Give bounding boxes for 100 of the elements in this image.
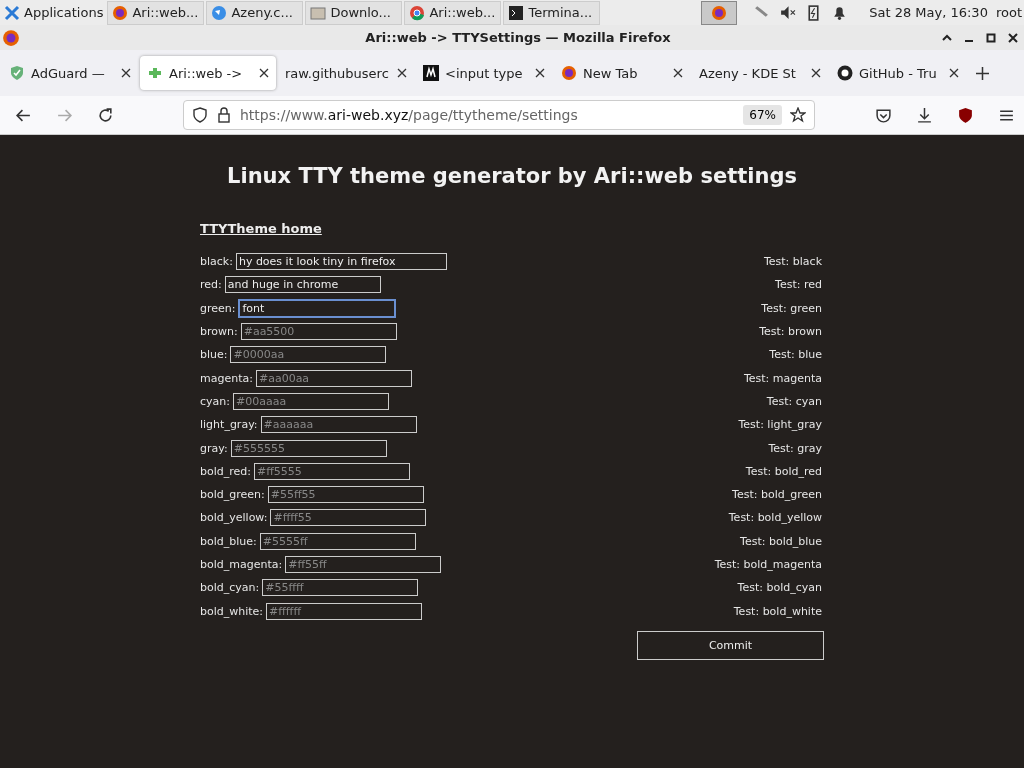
globe-icon: [211, 4, 228, 21]
field-label: bold_red:: [200, 464, 251, 478]
color-input-field[interactable]: #55ffff: [262, 579, 419, 597]
shield-extension-icon[interactable]: [957, 106, 974, 124]
slash-m-icon: [423, 65, 439, 81]
test-sample-text: Test: light_gray: [738, 418, 822, 432]
browser-tab[interactable]: New Tab: [554, 56, 690, 90]
shield-icon: [9, 65, 25, 81]
test-sample-text: Test: black: [763, 255, 822, 269]
close-icon[interactable]: [811, 68, 821, 78]
color-input-field[interactable]: #55ff55: [267, 486, 424, 504]
browser-tab[interactable]: GitHub - Tru: [830, 56, 966, 90]
test-sample-text: Test: bold_cyan: [737, 581, 822, 595]
address-bar[interactable]: https://www.ari-web.xyz/page/ttytheme/settings 67%: [183, 100, 815, 130]
test-sample-text: Test: gray: [768, 441, 822, 455]
pocket-icon[interactable]: [875, 106, 892, 124]
taskbar-button[interactable]: Termina...: [503, 0, 601, 25]
close-icon[interactable]: [535, 68, 545, 78]
star-icon[interactable]: [790, 107, 806, 123]
reload-icon[interactable]: [97, 106, 114, 124]
browser-tab[interactable]: AdGuard —: [2, 56, 138, 90]
browser-tab[interactable]: <input type: [416, 56, 552, 90]
field-label: bold_magenta:: [200, 558, 283, 571]
test-sample-text: Test: bold_yellow: [728, 511, 822, 525]
field-label: blue:: [200, 348, 228, 362]
color-input-field[interactable]: #ff55ff: [285, 556, 442, 573]
color-input-field[interactable]: #0000aa: [230, 346, 387, 364]
folder-icon: [310, 4, 327, 21]
test-sample-text: Test: bold_red: [745, 464, 822, 478]
browser-tab[interactable]: Ari::web ->: [140, 56, 276, 90]
close-icon[interactable]: [673, 68, 683, 78]
test-sample-text: Test: bold_magenta: [714, 558, 822, 571]
test-sample-text: Test: cyan: [766, 394, 822, 408]
color-input-field[interactable]: hy does it look tiny in firefox: [235, 253, 448, 271]
clock[interactable]: Sat 28 May, 16:30: [869, 5, 988, 20]
taskbar-button[interactable]: Azeny.c...: [206, 0, 304, 25]
window-title: Ari::web -> TTYSettings — Mozilla Firefox: [364, 30, 672, 45]
test-sample-text: Test: brown: [759, 325, 822, 339]
color-input-field[interactable]: #5555ff: [259, 532, 416, 550]
chrome-icon: [409, 4, 426, 21]
browser-tab[interactable]: raw.githubuserc: [278, 56, 414, 90]
test-sample-text: Test: magenta: [743, 371, 822, 385]
color-input-field[interactable]: and huge in chrome: [224, 276, 381, 294]
browser-tab[interactable]: Azeny - KDE St: [692, 56, 828, 90]
close-icon[interactable]: [259, 68, 269, 78]
lock-icon: [216, 107, 232, 123]
close-icon[interactable]: [121, 68, 131, 78]
page-heading: Linux TTY theme generator by Ari::web settings: [226, 164, 798, 188]
field-label: black:: [200, 255, 233, 269]
color-input-field[interactable]: #ffffff: [266, 602, 423, 620]
fox-globe-icon: [112, 4, 129, 21]
fox-globe-icon: [561, 65, 577, 81]
home-link[interactable]: TTYTheme home: [200, 221, 322, 236]
color-input-field[interactable]: #aa00aa: [255, 369, 412, 387]
color-input-field[interactable]: #aa5500: [240, 323, 397, 341]
field-label: bold_green:: [200, 488, 265, 502]
test-sample-text: Test: blue: [769, 348, 822, 362]
color-input-field[interactable]: font: [238, 298, 397, 318]
color-input-field[interactable]: #aaaaaa: [260, 416, 417, 434]
maximize-icon[interactable]: [985, 31, 997, 44]
field-label: gray:: [200, 441, 228, 455]
field-label: light_gray:: [200, 418, 258, 432]
field-label: bold_yellow:: [200, 511, 268, 525]
test-sample-text: Test: red: [775, 278, 822, 292]
shield-icon: [192, 107, 208, 123]
test-sample-text: Test: green: [761, 301, 822, 315]
taskbar-button[interactable]: Ari::web...: [107, 0, 205, 25]
color-input-field[interactable]: #ff5555: [254, 462, 410, 480]
color-input-field[interactable]: #ffff55: [270, 509, 427, 527]
field-label: bold_cyan:: [200, 581, 260, 595]
test-sample-text: Test: bold_white: [733, 604, 822, 618]
test-sample-text: Test: bold_green: [732, 488, 822, 502]
firefox-tray-button[interactable]: [701, 0, 738, 25]
terminal-icon: [508, 4, 525, 21]
download-icon[interactable]: [916, 106, 933, 124]
taskbar-button[interactable]: Downlo...: [305, 0, 403, 25]
applications-menu[interactable]: Applications: [0, 0, 108, 25]
new-tab-icon[interactable]: [976, 66, 989, 80]
color-input-field[interactable]: #00aaaa: [233, 392, 389, 410]
field-label: brown:: [200, 325, 238, 339]
zoom-level-badge[interactable]: 67%: [743, 105, 782, 125]
fox-globe-icon: [2, 28, 20, 47]
color-input-field[interactable]: #555555: [230, 439, 387, 457]
close-icon[interactable]: [949, 68, 959, 78]
field-label: red:: [200, 278, 222, 292]
x-logo-icon: [4, 4, 20, 21]
taskbar-button[interactable]: Ari::web...: [404, 0, 502, 25]
field-label: bold_white:: [200, 604, 264, 618]
field-label: cyan:: [200, 394, 230, 408]
close-icon[interactable]: [397, 68, 407, 78]
commit-button[interactable]: Commit: [637, 630, 824, 660]
fox-globe-icon: [711, 4, 728, 21]
url-text: https://www.ari-web.xyz/page/ttytheme/settings: [240, 107, 579, 123]
test-sample-text: Test: bold_blue: [740, 534, 822, 548]
field-label: green:: [200, 301, 236, 315]
muted-speaker-icon[interactable]: [779, 4, 797, 21]
field-label: magenta:: [200, 371, 253, 385]
user-name[interactable]: root: [995, 5, 1022, 20]
close-icon[interactable]: [1007, 31, 1019, 44]
field-label: bold_blue:: [200, 534, 257, 548]
